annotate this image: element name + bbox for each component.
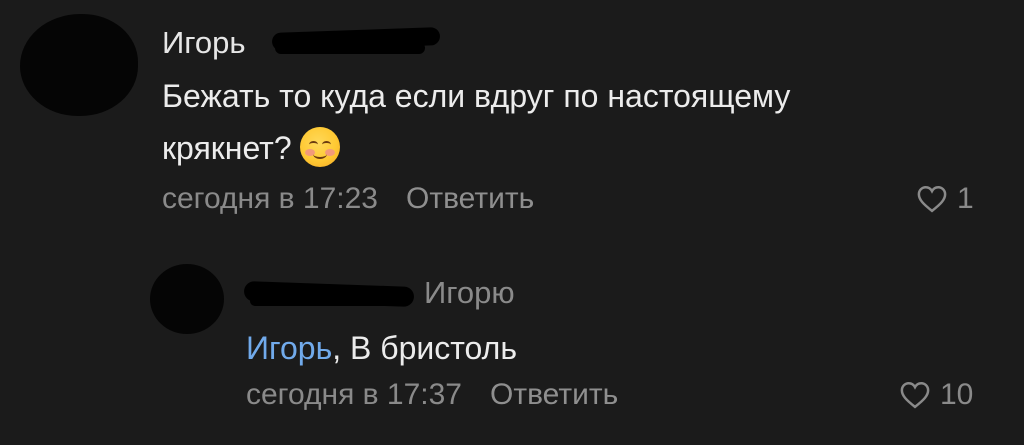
reply-timestamp: сегодня в 17:37 xyxy=(246,378,462,411)
redacted-name xyxy=(275,42,425,54)
reply-to-label[interactable]: Игорю xyxy=(424,275,515,310)
reply-button[interactable]: Ответить xyxy=(406,182,534,215)
comment-text: Бежать то куда если вдруг по настоящему … xyxy=(162,78,791,167)
reply-text: Игорь, В бристоль xyxy=(246,330,517,366)
reply-button[interactable]: Ответить xyxy=(490,378,618,411)
comment-author[interactable]: Игорь xyxy=(162,26,246,60)
comment-timestamp: сегодня в 17:23 xyxy=(162,182,378,215)
smiling-face-icon xyxy=(299,127,340,167)
mention-link[interactable]: Игорь xyxy=(246,330,332,366)
comment-meta: сегодня в 17:23 Ответить xyxy=(162,182,534,216)
like-button[interactable]: 1 xyxy=(917,182,974,216)
heart-icon xyxy=(900,381,930,409)
avatar[interactable] xyxy=(20,14,138,116)
reply-author: Игорю xyxy=(246,276,515,310)
author-name: Игорь xyxy=(162,25,246,60)
like-button[interactable]: 10 xyxy=(900,378,973,412)
heart-icon xyxy=(917,185,947,213)
reply-meta: сегодня в 17:37 Ответить xyxy=(246,378,618,412)
like-count: 1 xyxy=(957,182,974,215)
avatar[interactable] xyxy=(150,264,224,334)
like-count: 10 xyxy=(940,378,974,411)
